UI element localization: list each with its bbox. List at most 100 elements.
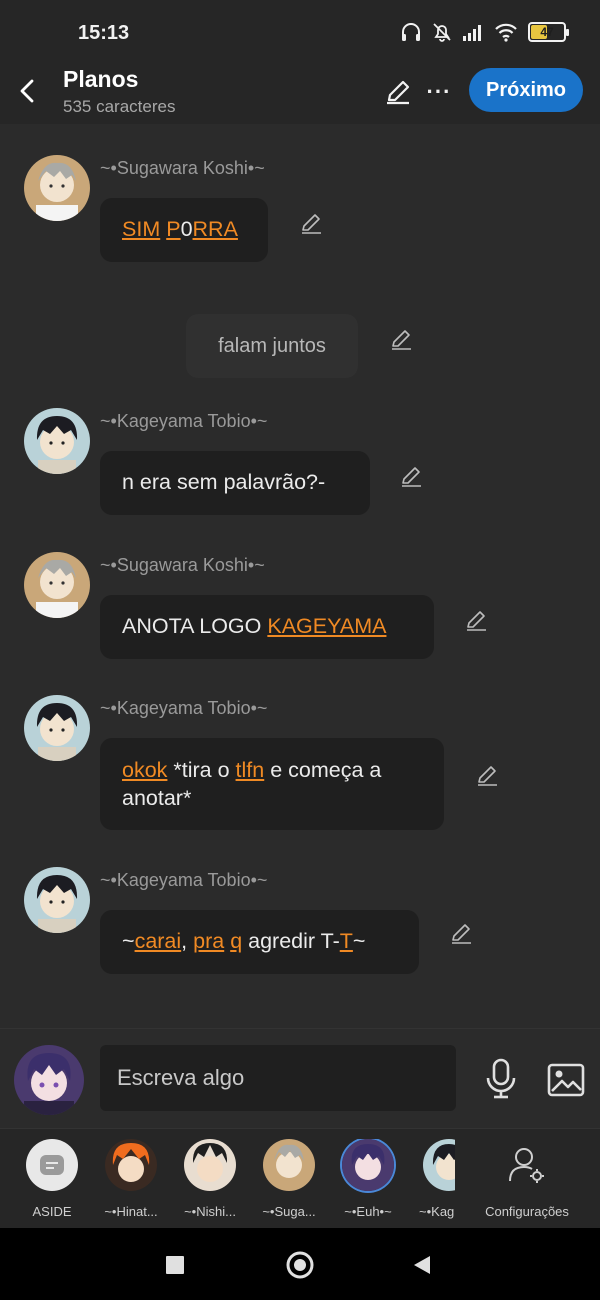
message-text-segment: RRA	[192, 217, 238, 241]
character-label: ~•Suga...	[262, 1204, 316, 1219]
edit-message-button[interactable]	[461, 605, 491, 635]
avatar	[263, 1139, 315, 1191]
avatar[interactable]	[24, 552, 90, 618]
sender-name: ~•Kageyama Tobio•~	[100, 411, 268, 431]
message-bubble[interactable]: ~carai, pra q agredir T-T~	[100, 910, 419, 974]
status-icons: 47	[400, 22, 569, 42]
pencil-icon	[387, 80, 410, 105]
sender-name: ~•Kageyama Tobio•~	[100, 698, 268, 718]
character-label: ~•Nishi...	[184, 1204, 236, 1219]
square-icon	[166, 1256, 184, 1274]
bell-off-icon	[433, 23, 451, 42]
avatar-sugawara-image	[263, 1139, 315, 1191]
avatar	[105, 1139, 157, 1191]
message-text-segment: pra	[193, 929, 225, 953]
message-bubble[interactable]: okok *tira o tlfn e começa a anotar*	[100, 738, 444, 830]
signal-icon	[463, 25, 481, 41]
character-count: 535 caracteres	[63, 97, 176, 116]
character-aside[interactable]: ASIDE	[14, 1139, 90, 1219]
message-text-segment: *tira o	[167, 758, 236, 782]
character-label: Configurações	[485, 1204, 569, 1219]
message-text-segment: carai	[134, 929, 182, 953]
edit-message-button[interactable]	[446, 918, 476, 948]
avatar-nishinoya-image	[184, 1139, 236, 1191]
edit-message-button[interactable]	[386, 324, 416, 354]
narration-bubble[interactable]: falam juntos	[186, 314, 358, 378]
avatar-kageyama-image	[423, 1139, 455, 1191]
message-icon	[40, 1155, 64, 1175]
battery-icon: 47	[528, 22, 569, 42]
current-character-avatar[interactable]	[14, 1045, 84, 1115]
status-time: 15:13	[78, 22, 130, 44]
character-selector: ASIDE ~•Hinat... ~•Nishi... ~•Suga... ~•…	[0, 1128, 600, 1228]
back-button[interactable]	[10, 74, 44, 108]
image-button[interactable]	[546, 1061, 586, 1099]
composer: Escreva algo	[0, 1028, 600, 1128]
avatar-euh-image	[342, 1139, 394, 1191]
avatar	[342, 1139, 394, 1191]
message-text-segment: okok	[122, 758, 168, 782]
more-options-button[interactable]: ···	[424, 74, 454, 110]
pencil-icon	[302, 214, 321, 234]
edit-message-button[interactable]	[396, 461, 426, 491]
sender-name: ~•Sugawara Koshi•~	[100, 158, 265, 178]
avatar	[184, 1139, 236, 1191]
avatar-kageyama-image	[24, 408, 90, 474]
message-text-segment: q	[230, 929, 243, 953]
message-text-segment: ~	[122, 929, 135, 953]
next-button[interactable]: Próximo	[469, 68, 583, 112]
avatar-sugawara-image	[24, 155, 90, 221]
message-text-segment: ANOTA LOGO	[122, 614, 268, 638]
settings-button[interactable]: Configurações	[474, 1139, 580, 1219]
recent-apps-button[interactable]	[158, 1248, 192, 1282]
message-text-segment: n era sem palavrão?-	[122, 470, 326, 494]
headphones-icon	[402, 23, 420, 41]
triangle-back-icon	[414, 1256, 430, 1274]
chat-area: ~•Sugawara Koshi•~ SIM P0RRA falam junto…	[0, 124, 600, 1028]
character-kageyama[interactable]: ~•Kag	[409, 1139, 455, 1219]
back-arrow-icon	[20, 79, 34, 103]
character-nishinoya[interactable]: ~•Nishi...	[172, 1139, 248, 1219]
image-icon	[547, 1063, 585, 1097]
message-text-segment: tlfn	[235, 758, 265, 782]
home-button[interactable]	[283, 1248, 317, 1282]
message-bubble[interactable]: n era sem palavrão?-	[100, 451, 370, 515]
character-euh[interactable]: ~•Euh•~	[330, 1139, 406, 1219]
pencil-icon	[402, 467, 421, 487]
character-label: ~•Hinat...	[104, 1204, 158, 1219]
avatar[interactable]	[24, 867, 90, 933]
page-title: Planos	[63, 66, 139, 92]
message-text-segment: T	[339, 929, 353, 953]
avatar-hinata-image	[105, 1139, 157, 1191]
avatar[interactable]	[24, 695, 90, 761]
settings-avatar	[501, 1139, 553, 1191]
sender-name: ~•Kageyama Tobio•~	[100, 870, 268, 890]
wifi-icon	[495, 23, 517, 42]
message-text-segment: 0	[180, 217, 193, 241]
message-text-segment: P	[166, 217, 181, 241]
pencil-icon	[392, 330, 411, 350]
character-label: ~•Euh•~	[344, 1204, 392, 1219]
pencil-icon	[467, 611, 486, 631]
avatar-kageyama-image	[24, 867, 90, 933]
message-input[interactable]: Escreva algo	[100, 1045, 456, 1111]
avatar-sugawara-image	[24, 552, 90, 618]
message-text-segment: ~	[352, 929, 366, 953]
message-bubble[interactable]: SIM P0RRA	[100, 198, 268, 262]
home-circle-icon	[286, 1251, 314, 1279]
character-label: ~•Kag	[419, 1204, 455, 1219]
character-sugawara[interactable]: ~•Suga...	[251, 1139, 327, 1219]
avatar-kageyama-image	[24, 695, 90, 761]
edit-message-button[interactable]	[296, 208, 326, 238]
sender-name: ~•Sugawara Koshi•~	[100, 555, 265, 575]
avatar[interactable]	[24, 155, 90, 221]
aside-avatar	[26, 1139, 78, 1191]
back-nav-button[interactable]	[405, 1248, 439, 1282]
header: Planos 535 caracteres ··· Próximo	[0, 62, 600, 124]
character-hinata[interactable]: ~•Hinat...	[93, 1139, 169, 1219]
message-bubble[interactable]: ANOTA LOGO KAGEYAMA	[100, 595, 434, 659]
microphone-button[interactable]	[482, 1057, 520, 1101]
edit-button[interactable]	[380, 74, 416, 110]
avatar[interactable]	[24, 408, 90, 474]
edit-message-button[interactable]	[472, 760, 502, 790]
